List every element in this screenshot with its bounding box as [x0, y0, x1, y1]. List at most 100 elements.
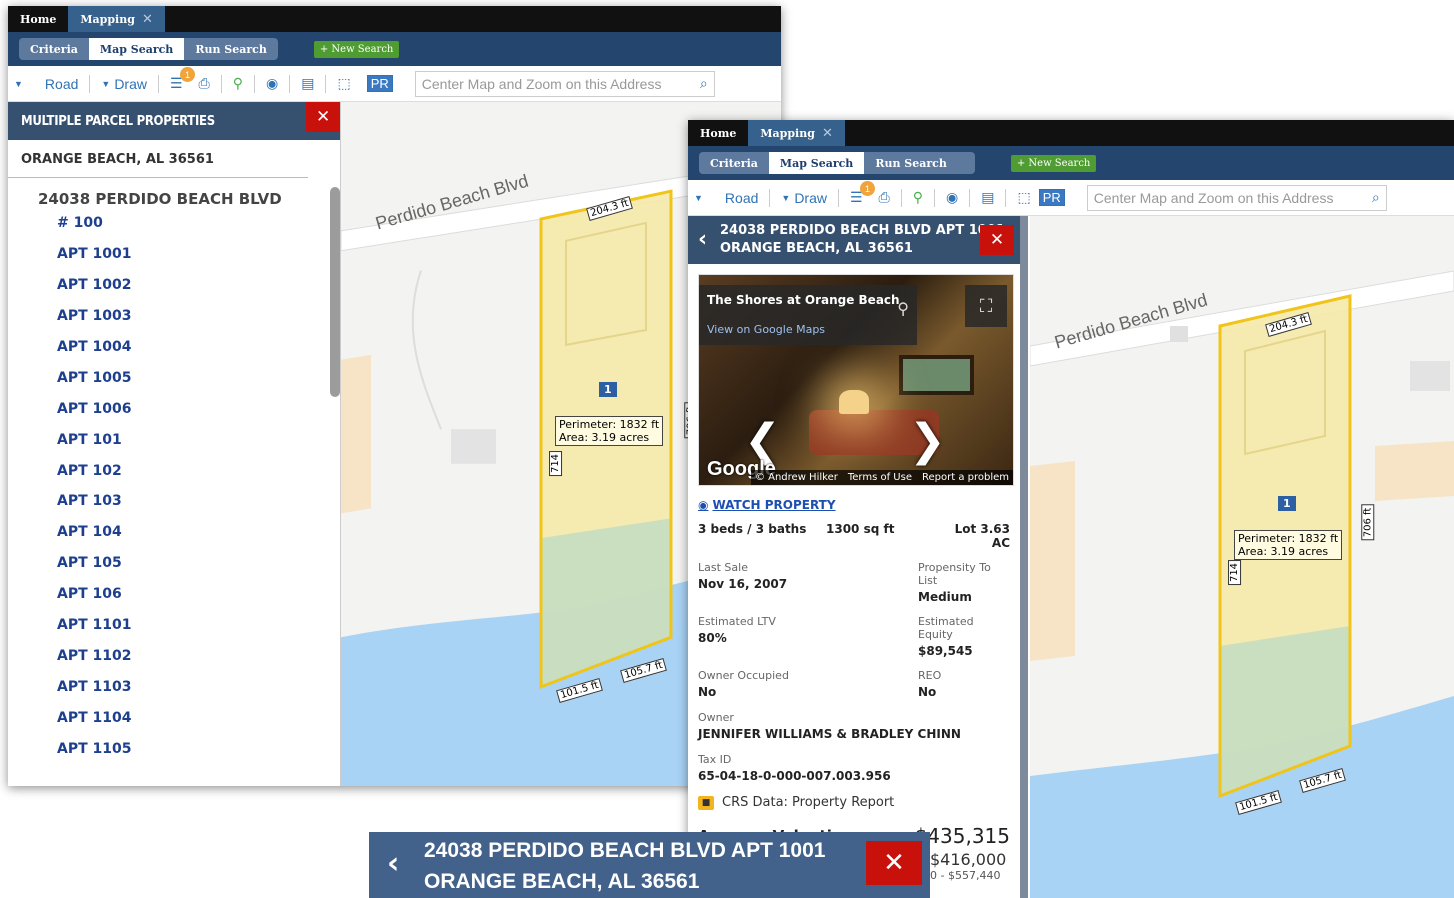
nav-right-arrow-icon[interactable]: ❯: [909, 415, 946, 466]
map-pin-icon: ⚲: [232, 75, 244, 91]
draw-label: Draw: [794, 189, 827, 206]
criteria-button[interactable]: Criteria: [699, 152, 769, 174]
tab-bar: Home Mapping ✕: [8, 6, 781, 32]
fact-value: 80%: [698, 631, 727, 645]
pin-button[interactable]: ⚲: [905, 189, 931, 206]
back-arrow-icon[interactable]: ‹: [698, 227, 707, 252]
pin-button[interactable]: ⚲: [225, 75, 251, 92]
unit-list-item[interactable]: APT 1005: [57, 362, 340, 393]
unit-list-item[interactable]: APT 105: [57, 548, 340, 579]
unit-list-item[interactable]: APT 104: [57, 517, 340, 548]
pr-button[interactable]: PR: [366, 75, 393, 92]
close-tab-icon[interactable]: ✕: [822, 126, 833, 141]
fact-row: Estimated LTV 80% Estimated Equity $89,545: [698, 615, 1010, 658]
close-detail-button[interactable]: ✕: [980, 225, 1014, 255]
caret-down-icon[interactable]: ▼: [694, 193, 703, 203]
tab-mapping[interactable]: Mapping ✕: [748, 120, 845, 146]
new-search-button[interactable]: + New Search: [1010, 154, 1097, 172]
caret-down-icon[interactable]: ▼: [14, 79, 23, 89]
unit-list-item[interactable]: APT 1102: [57, 640, 340, 671]
fact-value: $89,545: [918, 644, 973, 658]
unit-list-item[interactable]: APT 101: [57, 424, 340, 455]
photo-attribution: © Andrew Hilker Terms of Use Report a pr…: [750, 470, 1013, 485]
criteria-button[interactable]: Criteria: [19, 38, 89, 60]
layers-button[interactable]: ☰ 1: [162, 67, 195, 92]
lot-size: Lot 3.63 AC: [954, 522, 1010, 550]
address-placeholder: Center Map and Zoom on this Address: [421, 75, 662, 92]
unit-list-item[interactable]: APT 1003: [57, 301, 340, 332]
perimeter-text: Perimeter: 1832 ft: [559, 418, 660, 431]
tab-mapping[interactable]: Mapping ✕: [68, 6, 165, 32]
draw-button[interactable]: ▼ Draw: [773, 190, 835, 206]
print-button[interactable]: ⎙: [191, 75, 218, 92]
watch-property-link[interactable]: ◉ WATCH PROPERTY: [698, 498, 1020, 512]
run-search-button[interactable]: Run Search: [864, 152, 975, 174]
address-search-field[interactable]: Center Map and Zoom on this Address ⌕: [1086, 184, 1387, 211]
address-line-1: 24038 PERDIDO BEACH BLVD APT 1001: [720, 223, 1005, 238]
unit-list-item[interactable]: # 100: [57, 208, 340, 239]
print-icon: ⎙: [878, 189, 890, 205]
search-mode-bar: Criteria Map Search Run Search + New Sea…: [688, 146, 1454, 180]
address-search-field[interactable]: Center Map and Zoom on this Address ⌕: [414, 70, 715, 97]
unit-list-item[interactable]: APT 103: [57, 486, 340, 517]
close-panel-button[interactable]: ✕: [306, 102, 340, 132]
zoom-select-button[interactable]: ⬚: [329, 75, 358, 92]
run-search-button[interactable]: Run Search: [184, 38, 278, 60]
fullscreen-icon[interactable]: ⛶: [965, 285, 1007, 327]
print-button[interactable]: ⎙: [871, 189, 898, 206]
unit-list-item[interactable]: APT 1104: [57, 702, 340, 733]
owner-field: Owner JENNIFER WILLIAMS & BRADLEY CHINN: [698, 711, 1010, 741]
draw-button[interactable]: ▼ Draw: [93, 76, 155, 92]
address-line-1: 24038 PERDIDO BEACH BLVD APT 1001: [424, 839, 826, 862]
map-search-button[interactable]: Map Search: [88, 38, 185, 60]
close-detail-button[interactable]: ✕: [866, 841, 922, 885]
close-tab-icon[interactable]: ✕: [142, 12, 153, 27]
search-icon[interactable]: ⌕: [700, 75, 708, 92]
list-button[interactable]: ▤: [293, 75, 322, 92]
search-mode-bar: Criteria Map Search Run Search + New Sea…: [8, 32, 781, 66]
unit-list-item[interactable]: APT 1105: [57, 733, 340, 764]
new-search-button[interactable]: + New Search: [313, 40, 400, 58]
unit-list-item[interactable]: APT 1001: [57, 239, 340, 270]
fact-value: No: [698, 685, 717, 699]
report-icon: ■: [698, 795, 714, 810]
terms-link[interactable]: Terms of Use: [848, 472, 912, 483]
parcel-list-panel: MULTIPLE PARCEL PROPERTIES ✕ ORANGE BEAC…: [8, 102, 341, 786]
unit-list-item[interactable]: APT 102: [57, 455, 340, 486]
back-arrow-icon[interactable]: ‹: [387, 846, 399, 881]
watch-button[interactable]: ◉: [938, 189, 966, 206]
valuation-peek: $416,000 0 - $557,440: [930, 850, 1006, 882]
map-search-button[interactable]: Map Search: [768, 152, 865, 174]
unit-list-item[interactable]: APT 1103: [57, 671, 340, 702]
parcel-marker-flag[interactable]: 1: [1278, 496, 1296, 511]
unit-list-item[interactable]: APT 1101: [57, 610, 340, 641]
zoom-select-icon: ⬚: [337, 75, 351, 91]
road-button[interactable]: Road: [703, 190, 766, 206]
property-detail-panel: ‹ 24038 PERDIDO BEACH BLVD APT 1001 ORAN…: [688, 216, 1028, 898]
list-button[interactable]: ▤: [973, 189, 1002, 206]
parcel-marker-flag[interactable]: 1: [599, 382, 617, 397]
detail-header: ‹ 24038 PERDIDO BEACH BLVD APT 1001 ORAN…: [688, 216, 1020, 264]
tax-id-label: Tax ID: [698, 753, 732, 766]
tab-home[interactable]: Home: [688, 120, 748, 146]
unit-list-item[interactable]: APT 106: [57, 579, 340, 610]
zoom-select-button[interactable]: ⬚: [1009, 189, 1038, 206]
map-view[interactable]: Perdido Beach Blvd 204.3 ft 706 ft 714 1…: [1030, 216, 1454, 898]
unit-list-item[interactable]: APT 1004: [57, 332, 340, 363]
tab-home[interactable]: Home: [8, 6, 68, 32]
google-maps-link[interactable]: View on Google Maps: [707, 323, 909, 336]
unit-list-item[interactable]: APT 1006: [57, 393, 340, 424]
crs-report-link[interactable]: ■ CRS Data: Property Report: [698, 795, 1010, 810]
road-button[interactable]: Road: [23, 76, 86, 92]
pr-button[interactable]: PR: [1038, 189, 1065, 206]
search-icon[interactable]: ⌕: [1372, 189, 1380, 206]
scrollbar[interactable]: [330, 187, 340, 397]
address-line-2: ORANGE BEACH, AL 36561: [720, 241, 913, 256]
layers-button[interactable]: ☰ 1: [842, 181, 875, 206]
unit-list-item[interactable]: APT 1002: [57, 270, 340, 301]
fact-label: Owner Occupied: [698, 669, 789, 682]
watch-button[interactable]: ◉: [258, 75, 286, 92]
report-link[interactable]: Report a problem: [922, 472, 1009, 483]
square-feet: 1300 sq ft: [826, 522, 895, 536]
street-view-photo[interactable]: The Shores at Orange Beach View on Googl…: [698, 274, 1014, 486]
